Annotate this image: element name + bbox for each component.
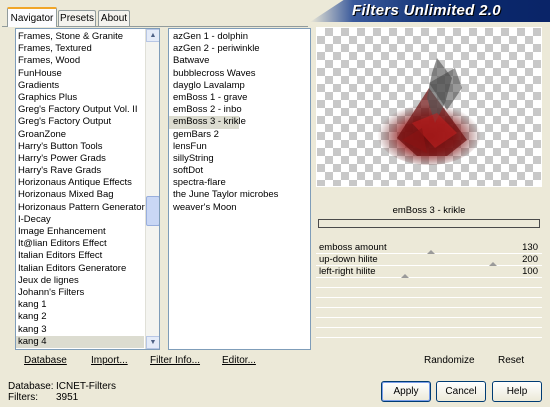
category-item[interactable]: kang 1 [16, 299, 144, 311]
tab-presets[interactable]: Presets [58, 10, 96, 26]
control-row-empty [316, 278, 542, 288]
filter-item[interactable]: emBoss 1 - grave [169, 92, 310, 104]
category-item[interactable]: Harry's Power Grads [16, 153, 144, 165]
filter-item[interactable]: sillyString [169, 153, 310, 165]
control-label: emboss amount [319, 242, 387, 253]
control-row-empty [316, 308, 542, 318]
control-row[interactable]: left-right hilite 100 [316, 266, 542, 278]
filter-item[interactable]: weaver's Moon [169, 202, 310, 214]
scroll-up-icon[interactable]: ▲ [146, 29, 159, 42]
filter-list[interactable]: azGen 1 - dolphin azGen 2 - periwinkle Bat… [168, 28, 311, 350]
category-list[interactable]: Frames, Stone & Granite Frames, Textured F… [15, 28, 160, 350]
category-item[interactable]: Image Enhancement [16, 226, 144, 238]
preview-area[interactable] [316, 27, 542, 187]
filter-item[interactable]: gemBars 2 [169, 129, 310, 141]
control-label: up-down hilite [319, 254, 378, 265]
database-label: Database: [8, 381, 54, 392]
editor-link[interactable]: Editor... [222, 355, 256, 366]
filters-value: 3951 [56, 392, 79, 403]
category-item[interactable]: Horizonaus Antique Effects [16, 177, 144, 189]
import-link[interactable]: Import... [91, 355, 128, 366]
filter-item[interactable]: emBoss 2 - inbo [169, 104, 310, 116]
filter-item[interactable]: emBoss 3 - krikle [169, 116, 246, 129]
filter-item[interactable]: dayglo Lavalamp [169, 80, 310, 92]
category-item[interactable]: Frames, Textured [16, 43, 144, 55]
category-item[interactable]: Greg's Factory Output Vol. II [16, 104, 144, 116]
database-link[interactable]: Database [24, 355, 67, 366]
filter-item[interactable]: bubblecross Waves [169, 68, 310, 80]
help-button[interactable]: Help [492, 381, 542, 402]
reset-button[interactable]: Reset [498, 355, 524, 366]
category-item[interactable]: It@lian Editors Effect [16, 238, 144, 250]
category-item[interactable]: Italian Editors Generatore [16, 263, 144, 275]
category-item[interactable]: Greg's Factory Output [16, 116, 144, 128]
category-item[interactable]: I-Decay [16, 214, 144, 226]
scroll-thumb[interactable] [146, 196, 159, 227]
category-item[interactable]: Horizonaus Mixed Bag [16, 189, 144, 201]
category-item[interactable]: Frames, Stone & Granite [16, 31, 144, 43]
category-item[interactable]: Horizonaus Pattern Generators [16, 202, 149, 214]
filter-item[interactable]: spectra-flare [169, 177, 310, 189]
apply-button[interactable]: Apply [381, 381, 431, 402]
preview-image [377, 58, 481, 165]
cancel-button[interactable]: Cancel [436, 381, 486, 402]
scroll-down-icon[interactable]: ▼ [146, 336, 159, 349]
control-value: 200 [522, 254, 538, 265]
filters-label: Filters: [8, 392, 38, 403]
filter-item[interactable]: the June Taylor microbes [169, 189, 310, 201]
control-row-empty [316, 318, 542, 328]
randomize-button[interactable]: Randomize [424, 355, 475, 366]
control-row[interactable]: emboss amount 130 [316, 242, 542, 254]
control-label: left-right hilite [319, 266, 376, 277]
category-item[interactable]: Harry's Rave Grads [16, 165, 144, 177]
category-item[interactable]: Gradients [16, 80, 144, 92]
category-item[interactable]: Jeux de lignes [16, 275, 144, 287]
category-item[interactable]: Italian Editors Effect [16, 250, 144, 262]
category-item[interactable]: kang [16, 348, 144, 349]
filter-name-label: emBoss 3 - krikle [392, 205, 466, 216]
filter-item[interactable]: Batwave [169, 55, 310, 67]
category-item[interactable]: Johann's Filters [16, 287, 144, 299]
category-item[interactable]: FunHouse [16, 68, 144, 80]
filter-item[interactable]: azGen 1 - dolphin [169, 31, 310, 43]
category-item[interactable]: GroanZone [16, 129, 144, 141]
filter-controls[interactable]: emboss amount 130 up-down hilite 200 left-ri… [316, 242, 542, 344]
filter-item[interactable]: lensFun [169, 141, 310, 153]
progress-bar [318, 219, 540, 228]
database-value: ICNET-Filters [56, 381, 116, 392]
control-row-empty [316, 298, 542, 308]
filter-item[interactable]: azGen 2 - periwinkle [169, 43, 310, 55]
tab-navigator[interactable]: Navigator [7, 7, 57, 27]
category-item[interactable]: Frames, Wood [16, 55, 144, 67]
tab-about[interactable]: About [98, 10, 130, 26]
control-row[interactable]: up-down hilite 200 [316, 254, 542, 266]
control-value: 130 [522, 242, 538, 253]
category-item[interactable]: kang 4 [16, 335, 144, 348]
app-title: Filters Unlimited 2.0 [352, 2, 501, 19]
filter-item[interactable]: softDot [169, 165, 310, 177]
control-value: 100 [522, 266, 538, 277]
category-item[interactable]: kang 3 [16, 324, 144, 336]
category-scrollbar[interactable]: ▲ ▼ [145, 29, 159, 349]
control-row-empty [316, 288, 542, 298]
filter-info-link[interactable]: Filter Info... [150, 355, 200, 366]
control-row-empty [316, 328, 542, 338]
category-item[interactable]: Graphics Plus [16, 92, 144, 104]
category-item[interactable]: Harry's Button Tools [16, 141, 144, 153]
category-item[interactable]: kang 2 [16, 311, 144, 323]
